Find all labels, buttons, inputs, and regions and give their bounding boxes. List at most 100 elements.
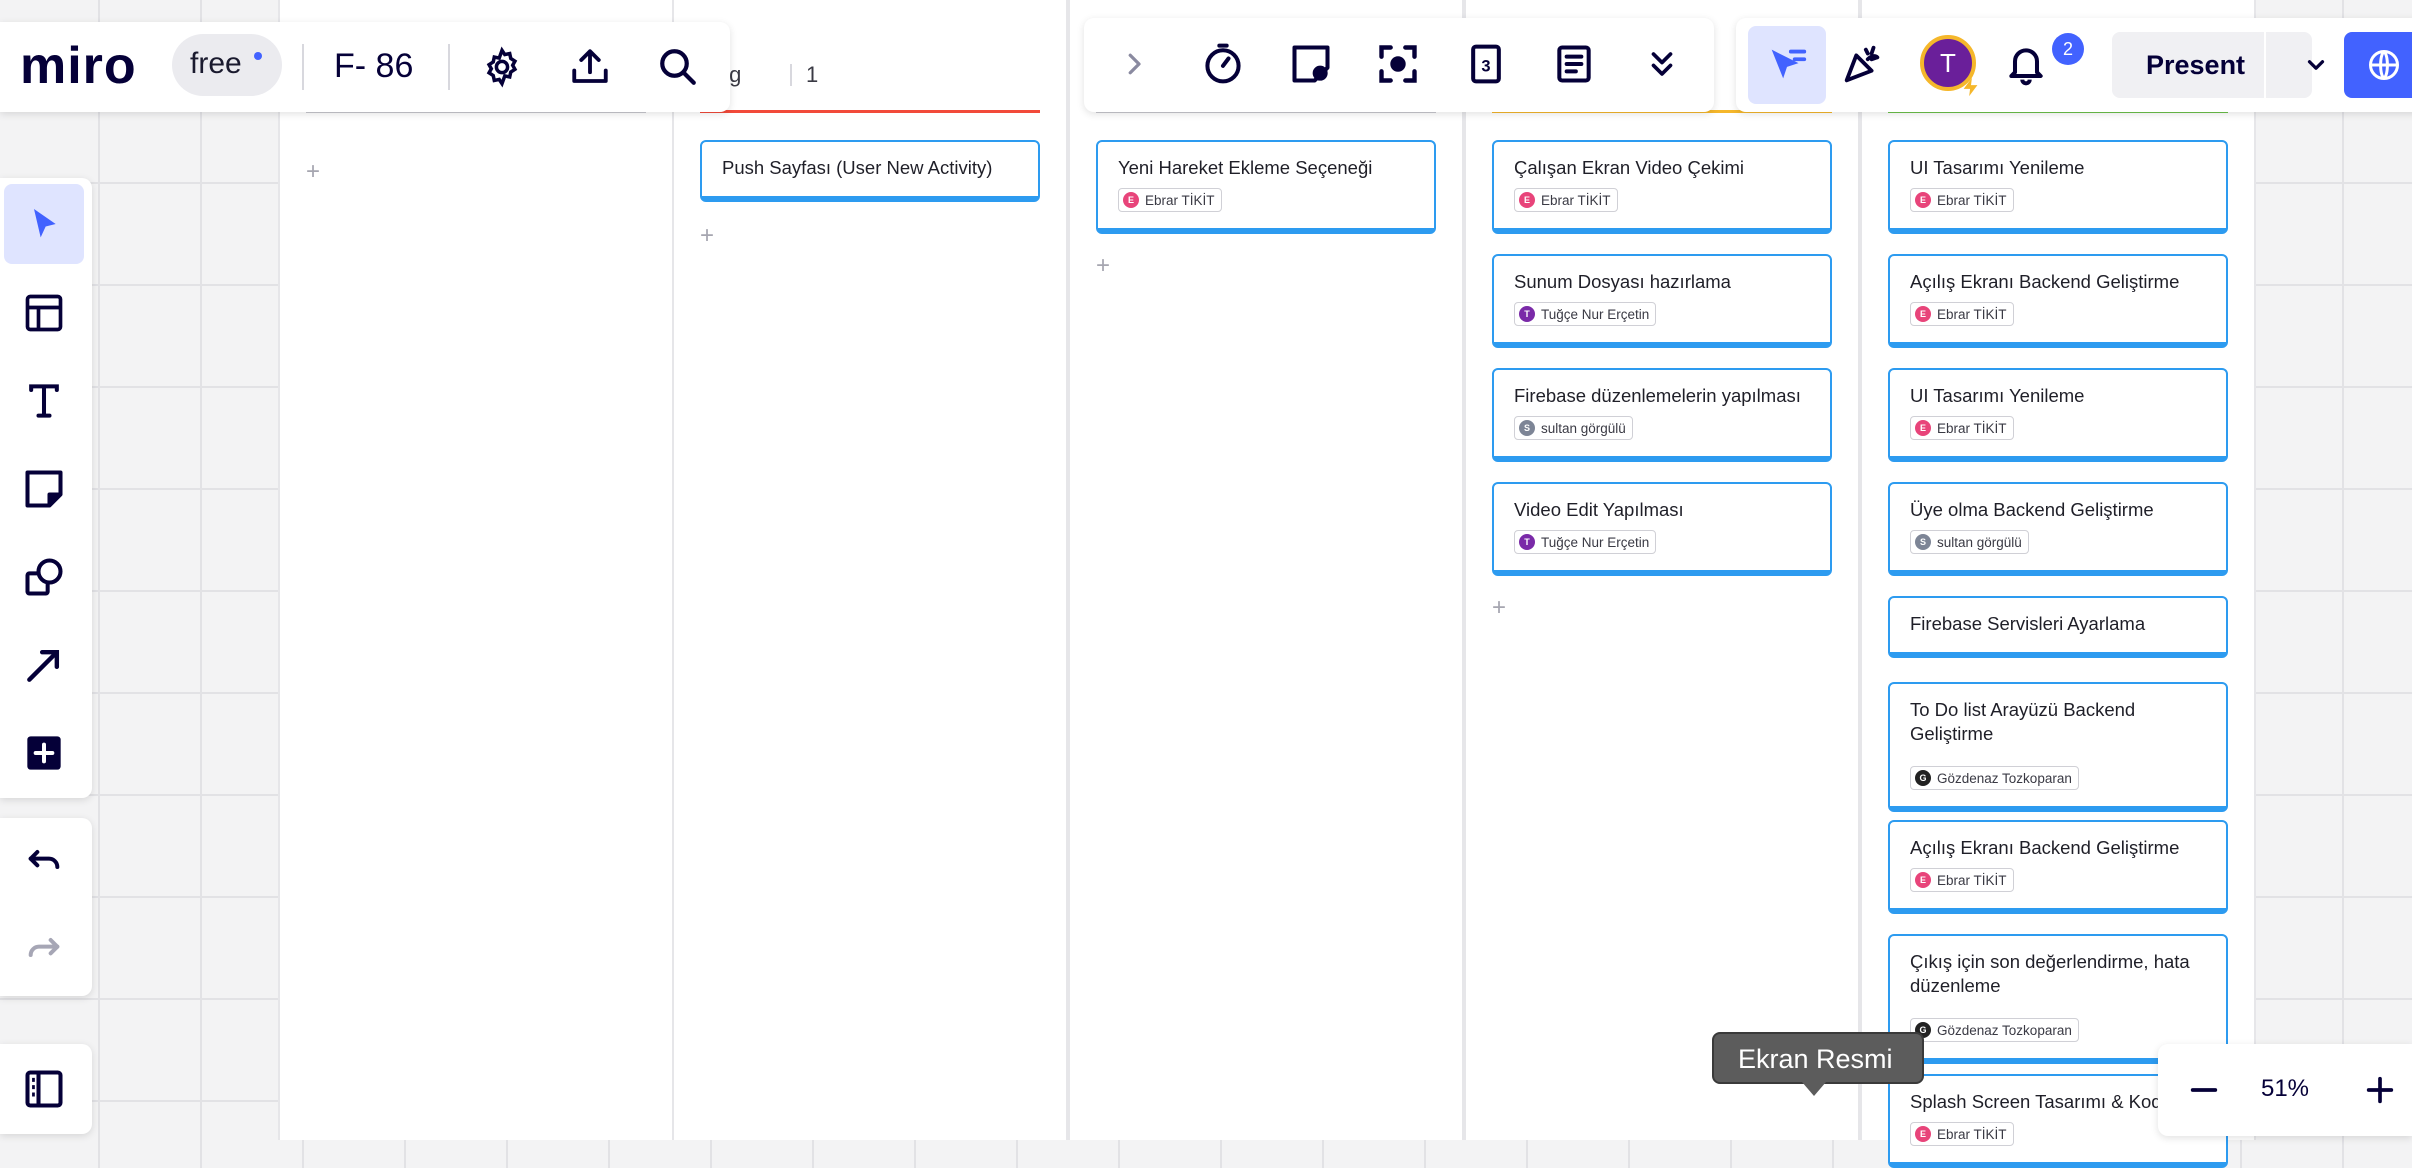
share-button[interactable]: [2344, 32, 2412, 98]
assignee-chip[interactable]: T Tuğçe Nur Erçetin: [1514, 530, 1657, 554]
assignee-avatar: S: [1915, 534, 1931, 550]
assignee-name: sultan görgülü: [1541, 420, 1626, 436]
assignee-avatar: E: [1123, 192, 1139, 208]
board-panel-toggle[interactable]: [0, 1044, 92, 1134]
assignee-chip[interactable]: E Ebrar TİKİT: [1514, 188, 1618, 212]
zoom-in-icon[interactable]: [2352, 1062, 2408, 1118]
assignee-chip[interactable]: Ssultan görgülü: [1514, 416, 1633, 440]
assignee-chip[interactable]: G Gözdenaz Tozkoparan: [1910, 1018, 2079, 1042]
redo-icon[interactable]: [16, 922, 72, 978]
assignee-avatar: T: [1519, 306, 1535, 322]
shapes-icon[interactable]: [16, 549, 72, 605]
sidebar-icon: [16, 1061, 72, 1117]
card-count-icon[interactable]: 3: [1458, 36, 1514, 92]
chevron-down-icon[interactable]: [2288, 37, 2344, 93]
assignee-name: Tuğçe Nur Erçetin: [1541, 534, 1650, 550]
select-tool-icon[interactable]: [4, 184, 84, 264]
assignee-chip[interactable]: G Gözdenaz Tozkoparan: [1910, 766, 2079, 790]
more-apps-icon[interactable]: [16, 725, 72, 781]
search-icon[interactable]: [650, 39, 706, 95]
kanban-column: Yeni Hareket Ekleme Seçeneği E Ebrar TİKİT…: [1068, 0, 1464, 1140]
assignee-name: Gözdenaz Tozkoparan: [1937, 770, 2072, 786]
miro-logo[interactable]: miro: [20, 36, 137, 96]
bell-icon[interactable]: [1998, 37, 2054, 93]
lightning-icon: [1960, 76, 1982, 98]
add-card-button[interactable]: +: [306, 160, 320, 184]
column-color-bar: [700, 110, 1040, 113]
task-card[interactable]: Üye olma Backend Geliştirme Ssultan görgü…: [1888, 482, 2228, 576]
task-card[interactable]: Açılış Ekranı Backend Geliştirme E Ebrar T…: [1888, 820, 2228, 914]
globe-icon: [2366, 47, 2402, 83]
task-card-title: Video Edit Yapılması: [1514, 499, 1684, 520]
notes-icon[interactable]: [1546, 36, 1602, 92]
assignee-chip[interactable]: E Ebrar TİKİT: [1910, 1122, 2014, 1146]
task-card-title: Çalışan Ekran Video Çekimi: [1514, 157, 1744, 178]
assignee-avatar: S: [1519, 420, 1535, 436]
assignee-avatar: E: [1915, 306, 1931, 322]
task-card[interactable]: Push Sayfası (User New Activity): [700, 140, 1040, 202]
creation-toolbar: [0, 178, 92, 798]
present-button[interactable]: Present: [2112, 32, 2312, 98]
task-card[interactable]: Çalışan Ekran Video Çekimi E Ebrar TİKİT: [1492, 140, 1832, 234]
add-card-button[interactable]: +: [700, 224, 714, 248]
templates-icon[interactable]: [16, 285, 72, 341]
task-card[interactable]: Video Edit Yapılması T Tuğçe Nur Erçetin: [1492, 482, 1832, 576]
assignee-chip[interactable]: E Ebrar TİKİT: [1910, 188, 2014, 212]
task-card[interactable]: UI Tasarımı Yenileme E Ebrar TİKİT: [1888, 368, 2228, 462]
task-card[interactable]: To Do list Arayüzü Backend Geliştirme G Gö…: [1888, 682, 2228, 812]
divider: [302, 44, 304, 90]
assignee-chip[interactable]: E Ebrar TİKİT: [1910, 868, 2014, 892]
task-card[interactable]: Sunum Dosyası hazırlama T Tuğçe Nur Erçeti…: [1492, 254, 1832, 348]
divider: [448, 44, 450, 90]
chevron-right-icon[interactable]: [1106, 36, 1162, 92]
cursor-follow-icon[interactable]: [1748, 26, 1826, 104]
assignee-avatar: T: [1519, 534, 1535, 550]
text-tool-icon[interactable]: [16, 373, 72, 429]
task-card-title: Yeni Hareket Ekleme Seçeneği: [1118, 157, 1373, 178]
upload-icon[interactable]: [562, 39, 618, 95]
assignee-chip[interactable]: T Tuğçe Nur Erçetin: [1514, 302, 1657, 326]
task-card[interactable]: Açılış Ekranı Backend Geliştirme E Ebrar T…: [1888, 254, 2228, 348]
undo-icon[interactable]: [16, 834, 72, 890]
sticky-note-icon[interactable]: [16, 461, 72, 517]
assignee-chip[interactable]: E Ebrar TİKİT: [1910, 416, 2014, 440]
assignee-name: sultan görgülü: [1937, 534, 2022, 550]
tooltip-arrow: [1802, 1082, 1826, 1096]
task-card[interactable]: Firebase Servisleri Ayarlama: [1888, 596, 2228, 658]
board-name[interactable]: F- 86: [334, 46, 413, 86]
task-card-title: Açılış Ekranı Backend Geliştirme: [1910, 837, 2180, 858]
timer-icon[interactable]: [1195, 36, 1251, 92]
column-separator: [790, 64, 792, 86]
assignee-avatar: E: [1915, 192, 1931, 208]
assignee-avatar: E: [1915, 872, 1931, 888]
user-avatar-letter: T: [1940, 47, 1956, 78]
task-card-title: UI Tasarımı Yenileme: [1910, 385, 2085, 406]
assignee-name: Ebrar TİKİT: [1145, 192, 1215, 208]
kanban-column: UI Tasarımı Yenileme E Ebrar TİKİT Açılış E…: [1860, 0, 2256, 1168]
task-card-title: Sunum Dosyası hazırlama: [1514, 271, 1731, 292]
focus-icon[interactable]: [1370, 36, 1426, 92]
sticky-vote-icon[interactable]: [1283, 36, 1339, 92]
assignee-name: Ebrar TİKİT: [1541, 192, 1611, 208]
assignee-name: Ebrar TİKİT: [1937, 306, 2007, 322]
task-card-title: To Do list Arayüzü Backend Geliştirme: [1910, 699, 2136, 744]
task-card[interactable]: Firebase düzenlemelerin yapılması Ssultan…: [1492, 368, 1832, 462]
add-card-button[interactable]: +: [1492, 596, 1506, 620]
settings-icon[interactable]: [474, 39, 530, 95]
assignee-avatar: G: [1915, 770, 1931, 786]
assignee-avatar: E: [1915, 420, 1931, 436]
assignee-chip[interactable]: E Ebrar TİKİT: [1910, 302, 2014, 326]
add-card-button[interactable]: +: [1096, 254, 1110, 278]
divider: [2264, 32, 2266, 98]
assignee-chip[interactable]: Ssultan görgülü: [1910, 530, 2029, 554]
assignee-chip[interactable]: E Ebrar TİKİT: [1118, 188, 1222, 212]
chevron-double-down-icon[interactable]: [1634, 36, 1690, 92]
task-card[interactable]: Yeni Hareket Ekleme Seçeneği E Ebrar TİKİT: [1096, 140, 1436, 234]
user-toolbar: T 2 Present: [1736, 18, 2412, 112]
connection-line-icon[interactable]: [16, 637, 72, 693]
task-card-title: Üye olma Backend Geliştirme: [1910, 499, 2154, 520]
celebrate-icon[interactable]: [1834, 37, 1890, 93]
plan-badge[interactable]: free: [172, 34, 282, 96]
task-card[interactable]: UI Tasarımı Yenileme E Ebrar TİKİT: [1888, 140, 2228, 234]
column-count: 1: [806, 62, 819, 87]
